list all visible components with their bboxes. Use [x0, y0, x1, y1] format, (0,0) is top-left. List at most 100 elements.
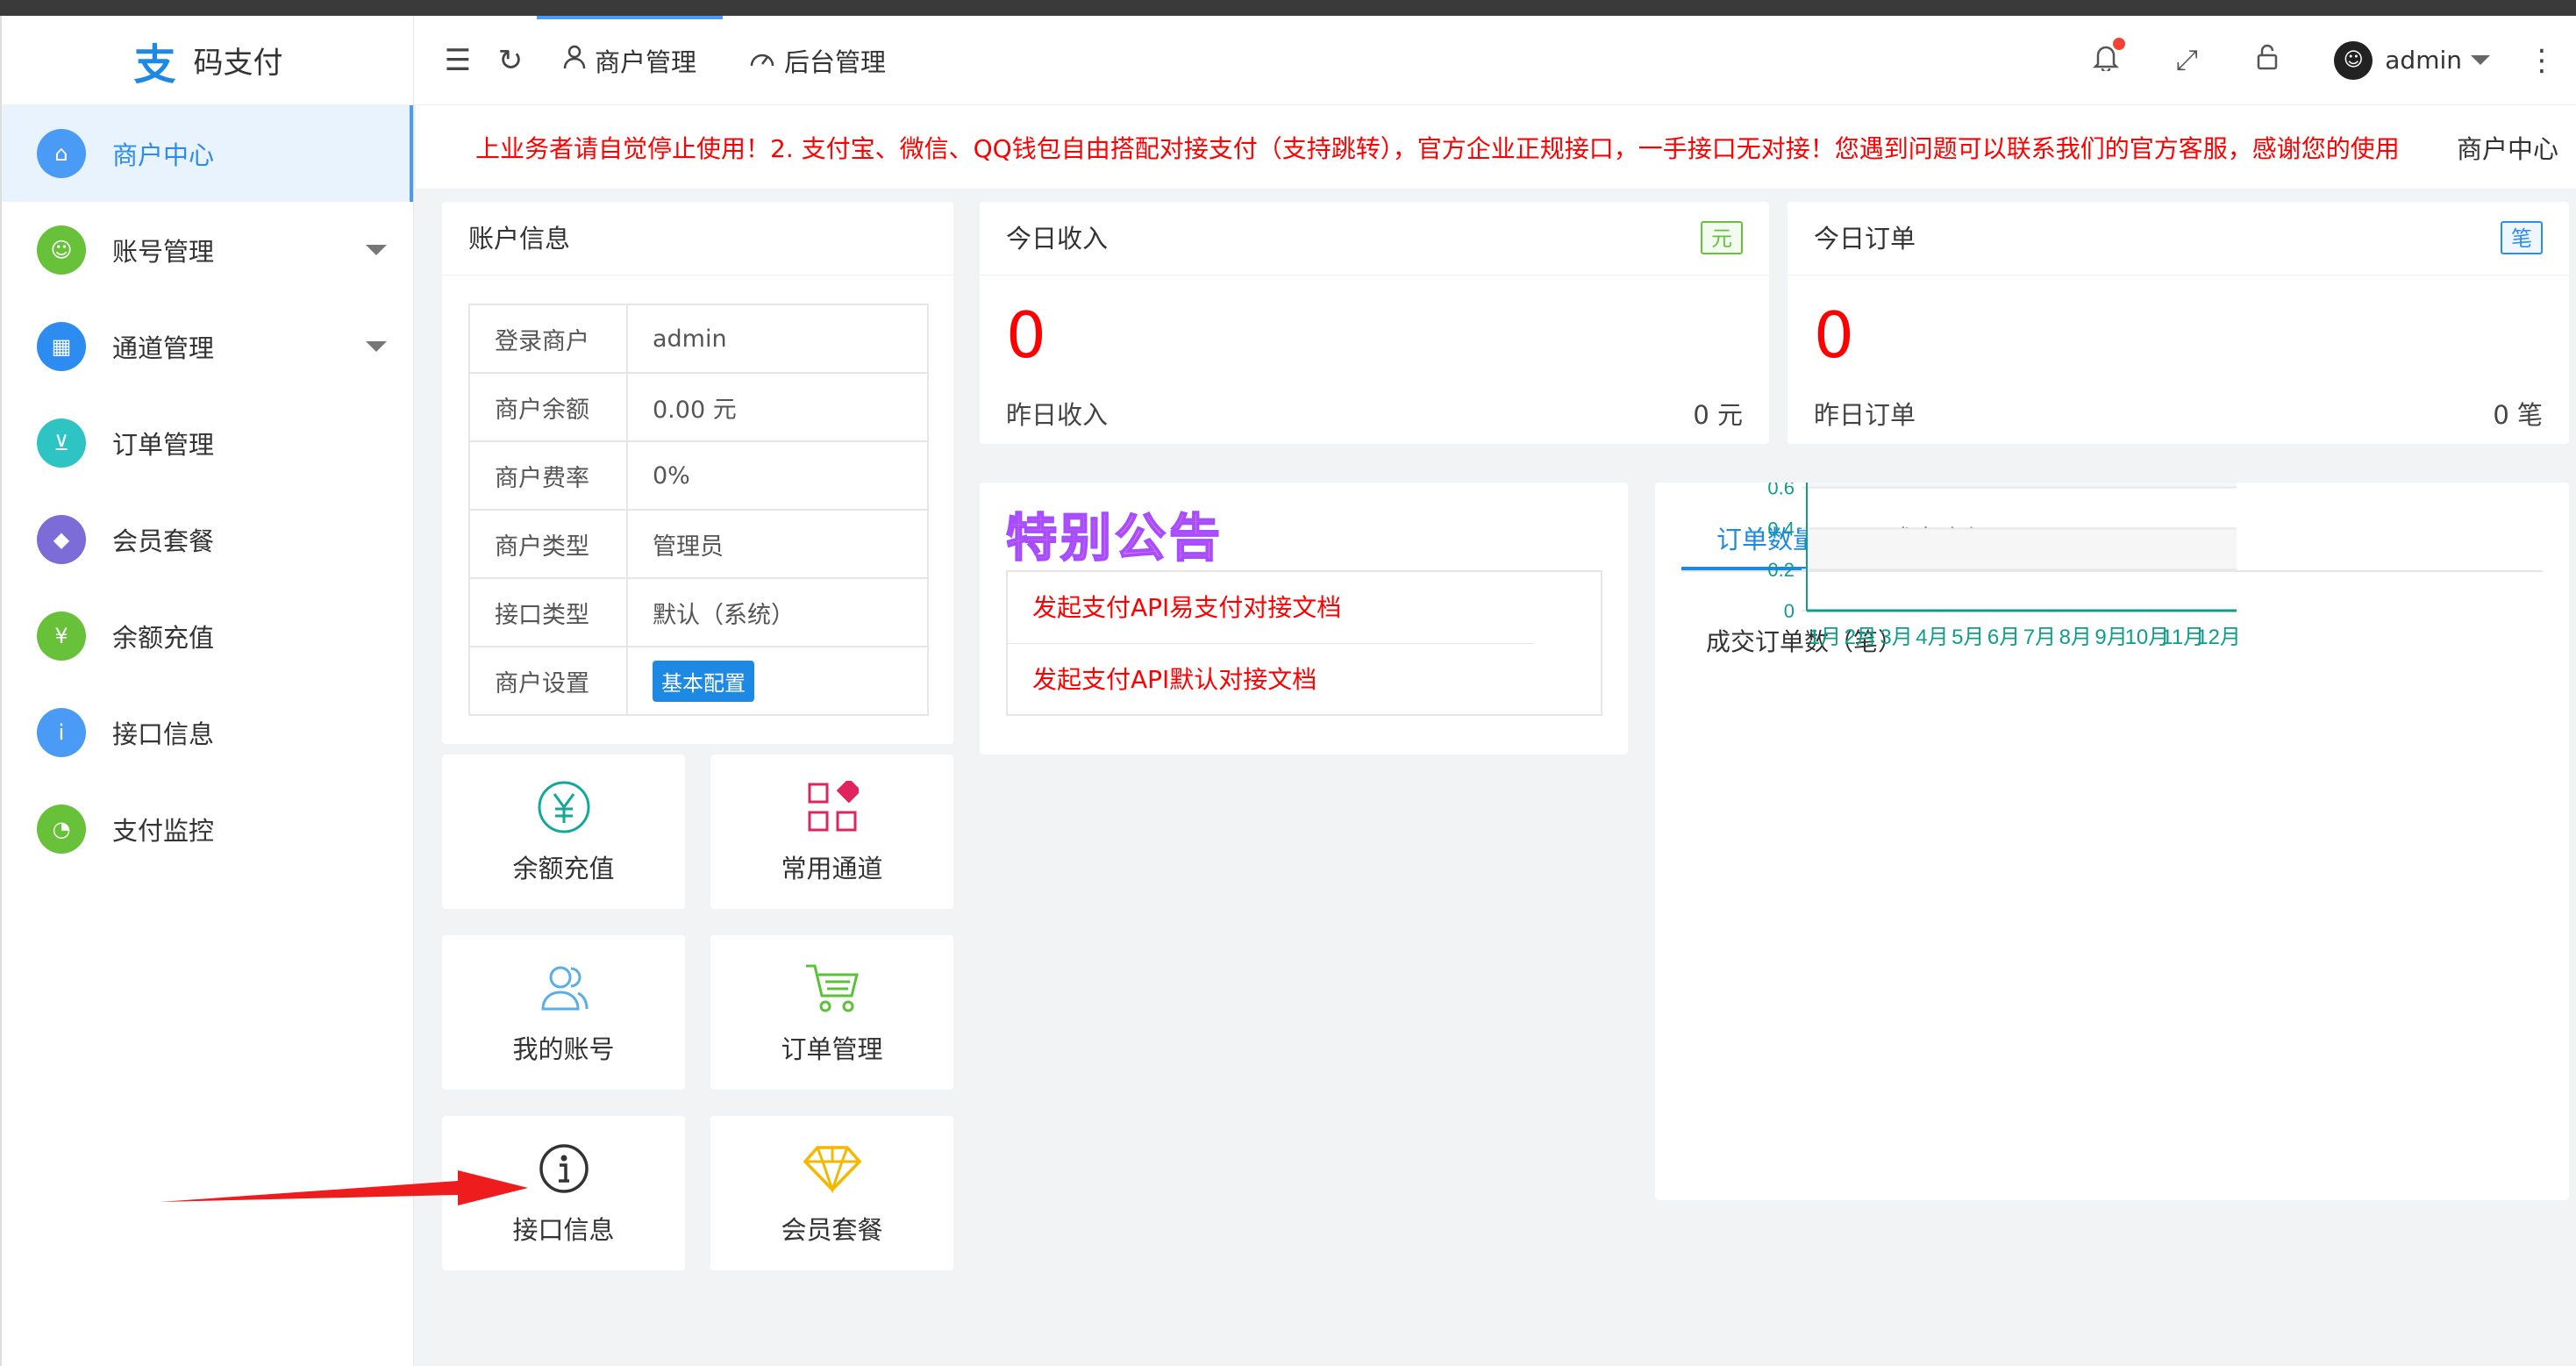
info-circle-icon: [535, 1140, 593, 1198]
notice-link-epay-doc[interactable]: 发起支付API易支付对接文档: [1008, 572, 1534, 644]
yesterday-income-label: 昨日收入: [1006, 400, 1109, 430]
field-value-cell: 默认（系统）: [626, 577, 929, 647]
grid-band: [1807, 528, 2237, 570]
red-arrow-annotation: [160, 1170, 528, 1205]
tab-label: 后台管理: [784, 46, 887, 77]
sidebar-item-1[interactable]: ☺ 账号管理: [2, 202, 413, 298]
sidebar-nav: ⌂ 商户中心 ☺ 账号管理 ▦ 通道管理 ⊻ 订单管理 ◆ 会员套餐 ¥ 余额充值 i 接口信息 ◔ 支付监控: [2, 105, 413, 877]
tab-admin-management[interactable]: 后台管理: [723, 16, 912, 105]
diamond-icon: [803, 1140, 861, 1198]
y-tick-label: 0.4: [1767, 518, 1795, 540]
logo[interactable]: 支 码支付: [2, 16, 413, 105]
unit-badge: 笔: [2501, 221, 2543, 254]
tile-order-management[interactable]: 订单管理: [710, 935, 953, 1090]
table-row: 接口类型 默认（系统）: [468, 577, 929, 647]
yen-circle-icon: [535, 778, 593, 836]
table-row: 商户设置 基本配置: [468, 646, 929, 716]
app-frame: 支 码支付 ⌂ 商户中心 ☺ 账号管理 ▦ 通道管理 ⊻ 订单管理 ◆ 会员套餐 ¥ 余额充值 i 接口信…: [0, 15, 2576, 1366]
field-label: 商户类型: [468, 509, 628, 579]
info-icon: i: [37, 708, 86, 757]
x-tick-label: 3月: [1880, 626, 1912, 649]
x-tick-label: 2月: [1845, 626, 1877, 649]
order-chart-card: 订单数量 成交金额 成交订单数（笔） 00.20.40.60.811月2月3月4…: [1655, 483, 2569, 1200]
today-orders-card: 今日订单 笔 0 昨日订单 0 笔: [1788, 202, 2569, 444]
field-value-cell: admin: [626, 304, 929, 374]
y-tick-label: 0.6: [1767, 483, 1795, 499]
tile-common-channels[interactable]: 常用通道: [710, 755, 953, 909]
home-icon: ⌂: [37, 129, 86, 178]
today-orders-value: 0: [1814, 298, 1854, 372]
table-row: 商户费率 0%: [468, 440, 929, 511]
sidebar-item-3[interactable]: ⊻ 订单管理: [2, 395, 413, 491]
users-icon: [535, 959, 593, 1017]
x-tick-label: 5月: [1952, 626, 1984, 649]
x-tick-label: 8月: [2059, 626, 2092, 649]
x-tick-label: 4月: [1916, 626, 1948, 649]
tab-merchant-management[interactable]: 商户管理: [537, 15, 724, 105]
dashboard-icon: [749, 46, 775, 75]
diamond-icon: ◆: [37, 515, 86, 564]
chevron-down-icon: [2471, 55, 2490, 65]
card-title: 账户信息: [442, 202, 953, 275]
card-title: 今日订单: [1788, 202, 2569, 275]
menu-toggle-icon[interactable]: ☰: [432, 43, 484, 78]
sidebar-item-2[interactable]: ▦ 通道管理: [2, 298, 413, 395]
field-value: 管理员: [653, 533, 724, 561]
table-row: 商户余额 0.00 元: [468, 372, 929, 442]
field-value-cell: 基本配置: [626, 646, 929, 716]
chevron-down-icon: [366, 341, 387, 352]
header-actions: ⤢ ☺ admin ⋮: [2066, 16, 2576, 105]
user-menu[interactable]: ☺ admin: [2308, 40, 2516, 80]
sidebar-item-label: 通道管理: [112, 333, 215, 363]
notification-bell-icon[interactable]: [2066, 37, 2146, 78]
yesterday-income-value: 0 元: [1693, 400, 1743, 430]
tile-label: 订单管理: [781, 1034, 883, 1064]
account-info-card: 账户信息 登录商户 admin 商户余额 0.00 元商户费率 0% 商户类型 管理员 接口类…: [442, 202, 953, 744]
x-tick-label: 1月: [1809, 626, 1841, 649]
refresh-icon[interactable]: ↻: [484, 43, 537, 78]
tab-label: 商户管理: [595, 46, 697, 77]
more-icon[interactable]: ⋮: [2516, 43, 2567, 78]
lock-icon[interactable]: [2227, 44, 2308, 77]
x-tick-label: 7月: [2023, 626, 2056, 649]
chevron-down-icon: [366, 245, 387, 255]
app-name: 码支付: [193, 46, 283, 81]
yesterday-orders-label: 昨日订单: [1814, 400, 1916, 430]
sidebar-item-4[interactable]: ◆ 会员套餐: [2, 491, 413, 588]
notice-title: 特别公告: [1005, 507, 1224, 569]
sidebar-item-label: 订单管理: [112, 430, 215, 460]
breadcrumb[interactable]: 商户中心: [2438, 128, 2558, 166]
tile-label: 常用通道: [781, 854, 883, 883]
sidebar-item-label: 支付监控: [112, 816, 215, 846]
yen-icon: ¥: [37, 611, 86, 661]
field-value: 0.00 元: [653, 396, 737, 424]
sidebar-item-7[interactable]: ◔ 支付监控: [2, 781, 413, 877]
sidebar-item-label: 余额充值: [112, 623, 215, 653]
sidebar-item-6[interactable]: i 接口信息: [2, 684, 413, 781]
tile-my-account[interactable]: 我的账号: [442, 935, 685, 1090]
tile-balance-recharge[interactable]: 余额充值: [442, 755, 685, 909]
y-tick-label: 0: [1784, 600, 1795, 622]
sidebar-item-5[interactable]: ¥ 余额充值: [2, 588, 413, 684]
today-income-value: 0: [1006, 298, 1046, 372]
sidebar-item-0[interactable]: ⌂ 商户中心: [2, 105, 413, 202]
field-value-cell: 0%: [626, 440, 929, 511]
user-icon: ☺: [37, 225, 86, 275]
announcement-bar: 上业务者请自觉停止使用！2. 支付宝、微信、QQ钱包自由搭配对接支付（支持跳转）…: [416, 105, 2576, 190]
notice-link-default-doc[interactable]: 发起支付API默认对接文档: [1008, 644, 1601, 716]
fullscreen-icon[interactable]: ⤢: [2146, 43, 2227, 77]
apps-icon: ▦: [37, 322, 86, 371]
tile-label: 会员套餐: [781, 1215, 883, 1245]
sidebar-item-label: 接口信息: [112, 719, 215, 749]
tile-membership-plans[interactable]: 会员套餐: [710, 1116, 953, 1270]
field-value: admin: [653, 325, 727, 353]
table-row: 商户类型 管理员: [468, 509, 929, 579]
basic-config-button[interactable]: 基本配置: [653, 660, 754, 702]
sidebar-item-label: 会员套餐: [112, 526, 215, 556]
x-tick-label: 9月: [2094, 626, 2127, 649]
cart-icon: [803, 959, 861, 1017]
user-icon: [563, 45, 586, 75]
tile-label: 余额充值: [512, 854, 615, 883]
logo-icon: 支: [133, 39, 176, 89]
field-label: 商户费率: [468, 440, 628, 511]
